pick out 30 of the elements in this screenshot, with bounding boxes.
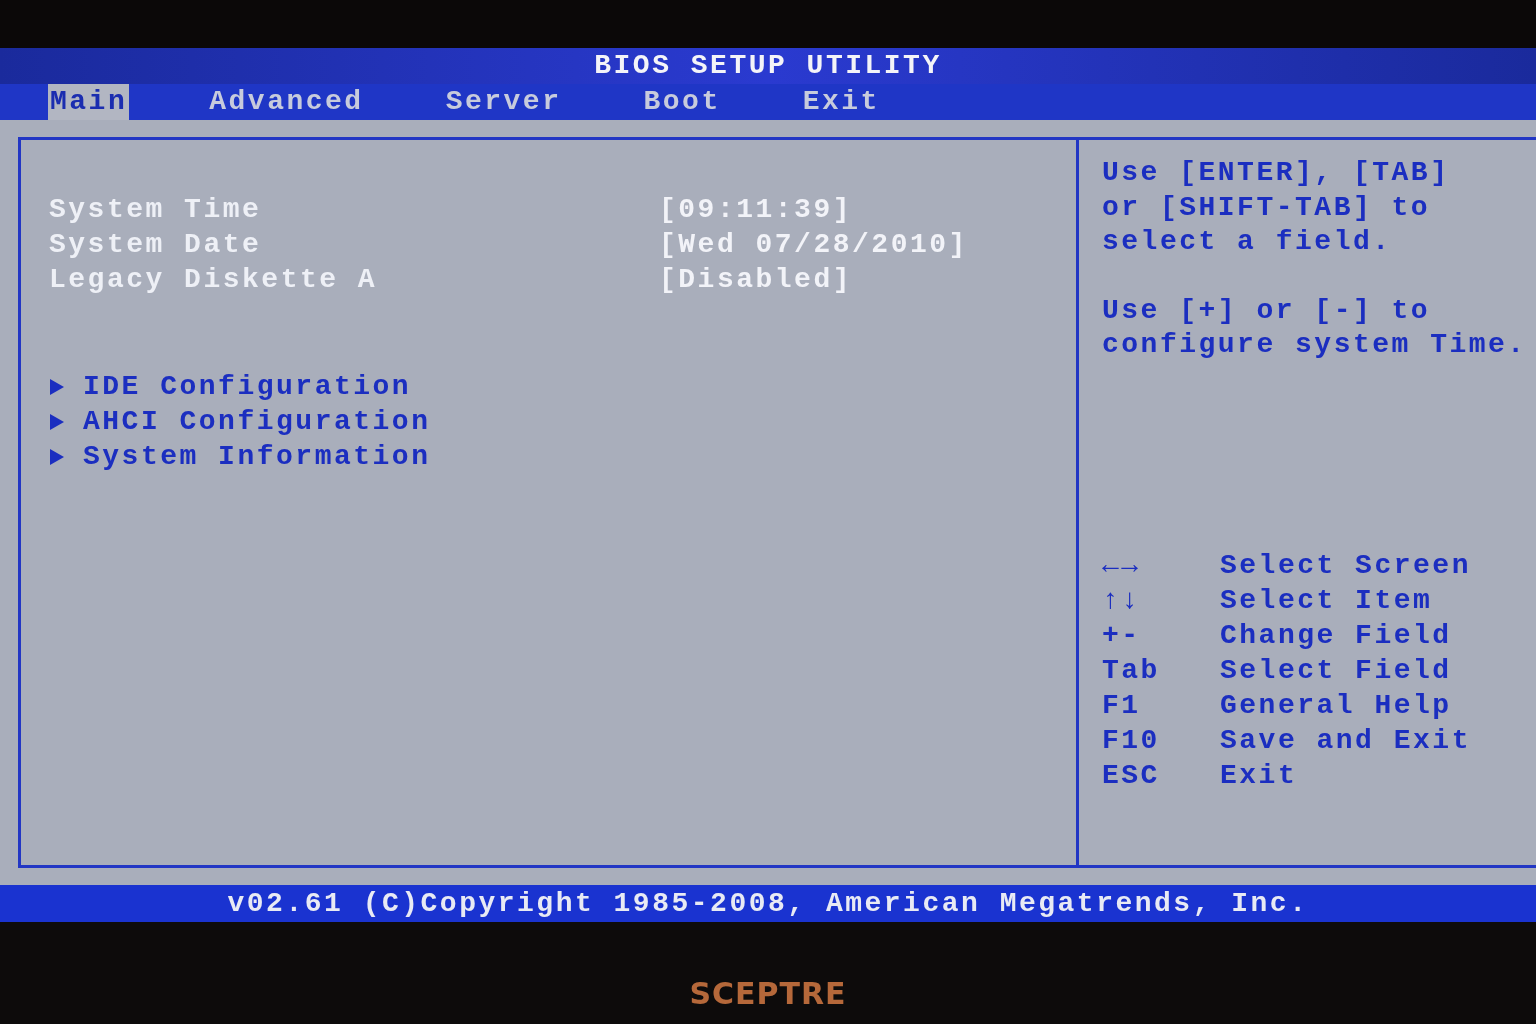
key-action: Save and Exit	[1220, 724, 1471, 758]
key-name: F1	[1102, 689, 1142, 723]
key-action: Select Field	[1220, 654, 1452, 688]
key-name: F10	[1102, 724, 1161, 758]
submenu-item[interactable]: AHCI Configuration	[83, 404, 431, 439]
submenu-item[interactable]: System Information	[83, 439, 431, 474]
menu-tab[interactable]: Exit	[800, 84, 882, 120]
key-action: General Help	[1220, 689, 1452, 723]
help-text: Use [ENTER], [TAB] or [SHIFT-TAB] to select a field.	[1102, 156, 1450, 259]
key-action: Exit	[1220, 759, 1298, 793]
help-text: Use [+] or [-] to configure system Time.	[1102, 293, 1527, 362]
key-name: ←→	[1102, 549, 1142, 583]
copyright-text: v02.61 (C)Copyright 1985-2008, American Megatrends, Inc.	[227, 888, 1309, 919]
menu-tab[interactable]: Server	[443, 84, 564, 120]
key-name: Tab	[1102, 654, 1161, 688]
key-name: +-	[1102, 619, 1142, 653]
monitor-brand-text: SCEPTRE	[689, 976, 847, 1011]
key-action: Select Item	[1220, 584, 1433, 618]
menu-tab[interactable]: Advanced	[207, 84, 366, 120]
submenu-item[interactable]: IDE Configuration	[83, 369, 412, 404]
window-title: BIOS SETUP UTILITY	[594, 50, 942, 81]
key-name: ↑↓	[1102, 584, 1142, 618]
triangle-icon	[49, 377, 65, 396]
key-action: Change Field	[1220, 619, 1452, 653]
triangle-icon	[49, 412, 65, 431]
triangle-icon	[49, 447, 65, 466]
key-action: Select Screen	[1220, 549, 1471, 583]
menu-tab[interactable]: Main	[48, 84, 130, 120]
menu-tab[interactable]: Boot	[641, 84, 723, 120]
key-name: ESC	[1102, 759, 1161, 793]
